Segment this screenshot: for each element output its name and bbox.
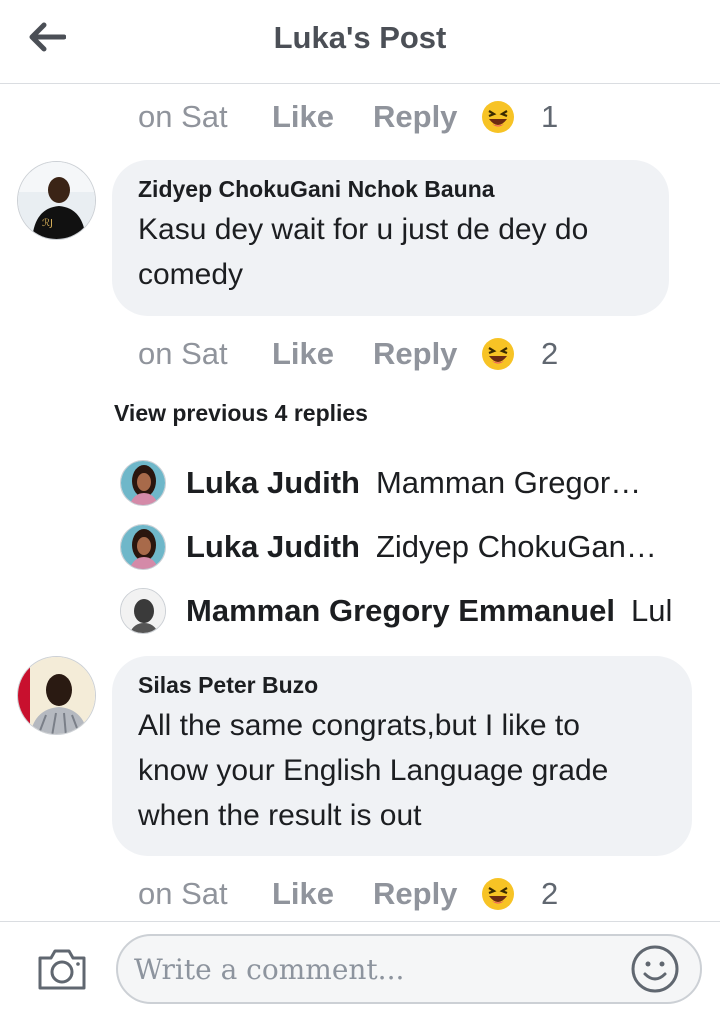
reply-preview[interactable]: Mamman Gregory Emmanuel Lul	[120, 587, 680, 635]
page-title: Luka's Post	[273, 20, 447, 55]
comment-text-line: when the result is out	[138, 799, 422, 832]
reply-snippet: Lul	[630, 593, 673, 628]
comment-bubble: Silas Peter Buzo All the same congrats,b…	[112, 656, 692, 856]
comment-input[interactable]	[116, 934, 702, 1004]
svg-text:ℛJ: ℛJ	[42, 218, 53, 229]
avatar	[120, 460, 166, 506]
comment-timestamp: on Sat	[138, 99, 228, 134]
like-button[interactable]: Like	[272, 336, 373, 372]
camera-button[interactable]	[36, 946, 88, 992]
reply-author: Luka Judith	[186, 465, 360, 500]
laughing-emoji-icon	[482, 101, 514, 133]
reaction-summary[interactable]: 1	[481, 99, 558, 135]
reply-button[interactable]: Reply	[373, 336, 481, 372]
comment-bubble: Zidyep ChokuGani Nchok Bauna Kasu dey wa…	[112, 160, 669, 316]
like-button[interactable]: Like	[272, 876, 373, 912]
comment-text-line: Kasu dey wait for u just de dey do	[138, 213, 589, 246]
view-previous-replies-link[interactable]: View previous 4 replies	[114, 400, 368, 427]
reply-button[interactable]: Reply	[373, 876, 481, 912]
camera-icon	[38, 949, 86, 990]
laughing-emoji-icon	[482, 878, 514, 910]
comment-composer	[0, 921, 720, 1011]
comment-text-line: All the same congrats,but I like to	[138, 709, 580, 742]
reaction-count: 1	[541, 99, 559, 134]
reply-author: Luka Judith	[186, 529, 360, 564]
comment-actions: on Sat Like Reply 1	[138, 95, 558, 139]
reply-preview[interactable]: Luka Judith Mamman Gregor…	[120, 459, 680, 507]
smiley-icon	[631, 945, 679, 993]
reaction-count: 2	[541, 336, 559, 371]
like-button[interactable]: Like	[272, 99, 373, 135]
reply-snippet: Zidyep ChokuGan…	[375, 529, 657, 564]
reply-snippet: Mamman Gregor…	[375, 465, 642, 500]
reaction-summary[interactable]: 2	[481, 336, 558, 372]
comment-timestamp: on Sat	[138, 876, 228, 911]
comment-text-line: comedy	[138, 258, 244, 291]
reply-author: Mamman Gregory Emmanuel	[186, 593, 615, 628]
reaction-count: 2	[541, 876, 559, 911]
comment-text-line: know your English Language grade	[138, 754, 609, 787]
comment-text: Kasu dey wait for u just de dey do comed…	[138, 207, 643, 297]
emoji-button[interactable]	[630, 944, 680, 994]
avatar[interactable]: ℛJ	[17, 161, 96, 240]
laughing-emoji-icon	[482, 338, 514, 370]
avatar[interactable]	[17, 656, 96, 735]
avatar	[120, 524, 166, 570]
avatar	[120, 588, 166, 634]
comment-author[interactable]: Silas Peter Buzo	[138, 672, 666, 699]
comment-text: All the same congrats,but I like to know…	[138, 703, 666, 838]
comment-author[interactable]: Zidyep ChokuGani Nchok Bauna	[138, 176, 643, 203]
reply-preview[interactable]: Luka Judith Zidyep ChokuGan…	[120, 523, 680, 571]
comment-actions: on Sat Like Reply 2	[138, 872, 558, 916]
comment-actions: on Sat Like Reply 2	[138, 332, 558, 376]
comment-timestamp: on Sat	[138, 336, 228, 371]
reaction-summary[interactable]: 2	[481, 876, 558, 912]
top-bar: Luka's Post	[0, 0, 720, 84]
reply-button[interactable]: Reply	[373, 99, 481, 135]
